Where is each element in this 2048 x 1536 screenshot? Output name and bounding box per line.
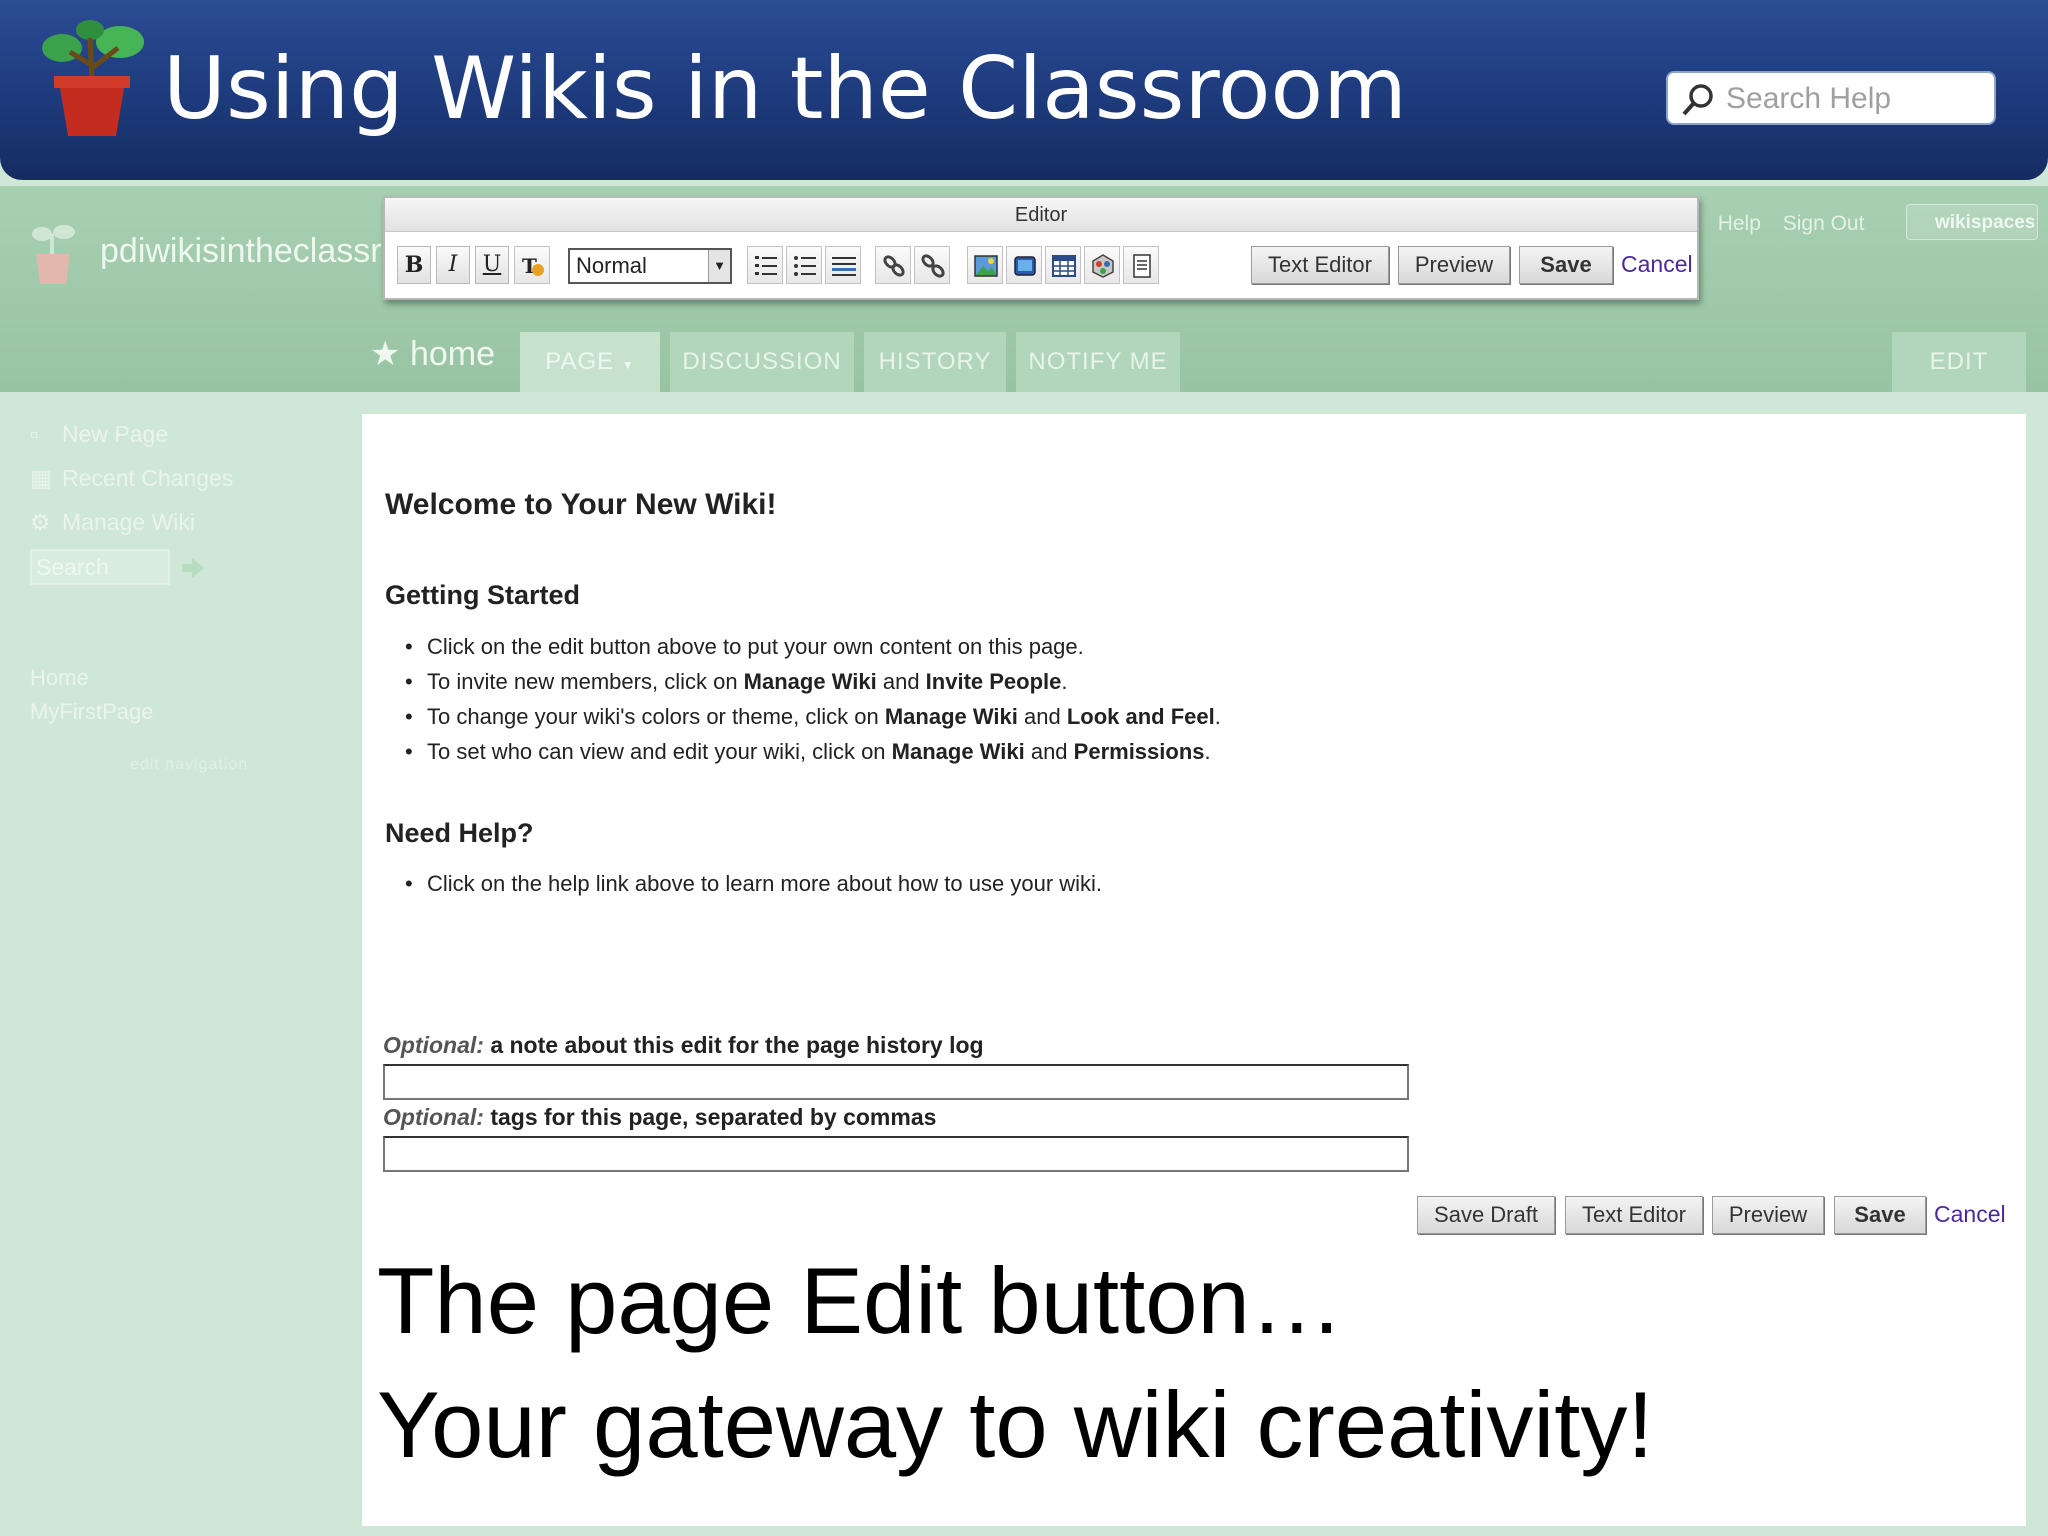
insert-video-button[interactable]: [1006, 246, 1042, 284]
welcome-heading: Welcome to Your New Wiki!: [385, 488, 777, 521]
slide-header: Using Wikis in the Classroom: [0, 0, 2048, 180]
page-content: Welcome to Your New Wiki! Getting Starte…: [362, 414, 2026, 1526]
bulleted-list-icon: [794, 256, 816, 276]
tags-input[interactable]: [383, 1136, 1409, 1172]
horizontal-rule-icon: [832, 257, 856, 276]
tab-page[interactable]: PAGE ▼: [520, 332, 660, 392]
caption-line-1: The page Edit button…: [377, 1248, 1344, 1353]
list-item: To change your wiki's colors or theme, c…: [405, 699, 1221, 734]
sidebar-link-home[interactable]: Home: [30, 665, 89, 691]
insert-image-button[interactable]: [967, 246, 1003, 284]
sidebar-item-recent-changes[interactable]: ▦ Recent Changes: [30, 465, 233, 492]
bulleted-list-button[interactable]: [786, 246, 822, 284]
tags-label: Optional: tags for this page, separated …: [383, 1104, 937, 1130]
search-help-input[interactable]: [1726, 79, 1986, 119]
edit-navigation-link[interactable]: edit navigation: [130, 756, 248, 774]
sidebar-item-new-page[interactable]: ▫ New Page: [30, 421, 168, 448]
gear-icon: ⚙: [30, 509, 51, 535]
help-link[interactable]: Help: [1718, 212, 1761, 235]
insert-table-button[interactable]: [1045, 246, 1081, 284]
editor-save-button[interactable]: Save: [1519, 246, 1613, 284]
top-links: t Help Sign Out: [1690, 212, 1880, 236]
sidebar-search-input[interactable]: Search: [30, 549, 170, 585]
horizontal-rule-button[interactable]: [825, 246, 861, 284]
need-help-heading: Need Help?: [385, 818, 534, 848]
calendar-icon: ▦: [30, 465, 52, 491]
search-icon: [1682, 84, 1713, 116]
list-item: Click on the edit button above to put yo…: [405, 629, 1221, 664]
tab-history[interactable]: HISTORY: [864, 332, 1006, 392]
page-title-home: ★ home: [370, 335, 495, 373]
editor-preview-button[interactable]: Preview: [1398, 246, 1510, 284]
list-item: Click on the help link above to learn mo…: [405, 866, 1102, 901]
slide-title: Using Wikis in the Classroom: [163, 39, 1407, 139]
save-draft-button[interactable]: Save Draft: [1417, 1196, 1555, 1234]
widget-icon: [1092, 254, 1114, 278]
italic-button[interactable]: I: [436, 246, 470, 284]
star-icon[interactable]: ★: [370, 335, 400, 373]
need-help-list: Click on the help link above to learn mo…: [405, 866, 1102, 901]
getting-started-heading: Getting Started: [385, 580, 581, 610]
link-button[interactable]: [875, 246, 911, 284]
editor-cancel-link[interactable]: Cancel: [1621, 251, 1693, 278]
image-icon: [974, 255, 998, 277]
search-help-box[interactable]: [1666, 71, 1996, 125]
sign-out-link[interactable]: Sign Out: [1783, 212, 1865, 235]
list-item: To set who can view and edit your wiki, …: [405, 734, 1221, 769]
edit-note-input[interactable]: [383, 1064, 1409, 1100]
table-icon: [1052, 255, 1076, 277]
chevron-down-icon: ▼: [621, 358, 635, 372]
format-select[interactable]: Normal ▼: [568, 248, 732, 284]
chevron-down-icon[interactable]: ▼: [708, 250, 730, 282]
go-arrow-icon[interactable]: [180, 556, 206, 580]
editor-text-editor-button[interactable]: Text Editor: [1251, 246, 1389, 284]
caption-line-2: Your gateway to wiki creativity!: [377, 1372, 1654, 1477]
bold-button[interactable]: B: [397, 246, 431, 284]
new-page-icon: ▫: [30, 421, 39, 447]
edit-note-label: Optional: a note about this edit for the…: [383, 1032, 984, 1058]
sidebar-item-manage-wiki[interactable]: ⚙ Manage Wiki: [30, 509, 195, 536]
wiki-logo-icon: [32, 225, 75, 284]
list-item: To invite new members, click on Manage W…: [405, 664, 1221, 699]
text-color-button[interactable]: T: [514, 246, 550, 284]
tab-edit[interactable]: EDIT: [1892, 332, 2026, 392]
getting-started-list: Click on the edit button above to put yo…: [405, 629, 1221, 769]
text-editor-button[interactable]: Text Editor: [1565, 1196, 1703, 1234]
plant-pot-logo-icon: [42, 20, 144, 136]
numbered-list-icon: [755, 256, 777, 275]
document-icon: [1133, 254, 1151, 278]
editor-toolbar: Editor B I U T Normal ▼ Text Editor Prev…: [383, 196, 1699, 300]
underline-button[interactable]: U: [475, 246, 509, 284]
sidebar-link-myfirstpage[interactable]: MyFirstPage: [30, 699, 153, 725]
text-color-icon: T: [522, 254, 544, 278]
unlink-icon: [921, 254, 945, 278]
link-icon: [883, 255, 905, 277]
unlink-button[interactable]: [914, 246, 950, 284]
insert-reference-button[interactable]: [1123, 246, 1159, 284]
insert-widget-button[interactable]: [1084, 246, 1120, 284]
tab-notify-me[interactable]: NOTIFY ME: [1016, 332, 1180, 392]
save-button[interactable]: Save: [1834, 1196, 1926, 1234]
video-icon: [1014, 256, 1036, 276]
cancel-link[interactable]: Cancel: [1934, 1201, 2006, 1228]
tab-discussion[interactable]: DISCUSSION: [670, 332, 854, 392]
wikispaces-badge[interactable]: wikispaces: [1906, 204, 2038, 240]
numbered-list-button[interactable]: [747, 246, 783, 284]
preview-button[interactable]: Preview: [1712, 1196, 1824, 1234]
editor-title: Editor: [385, 198, 1697, 232]
